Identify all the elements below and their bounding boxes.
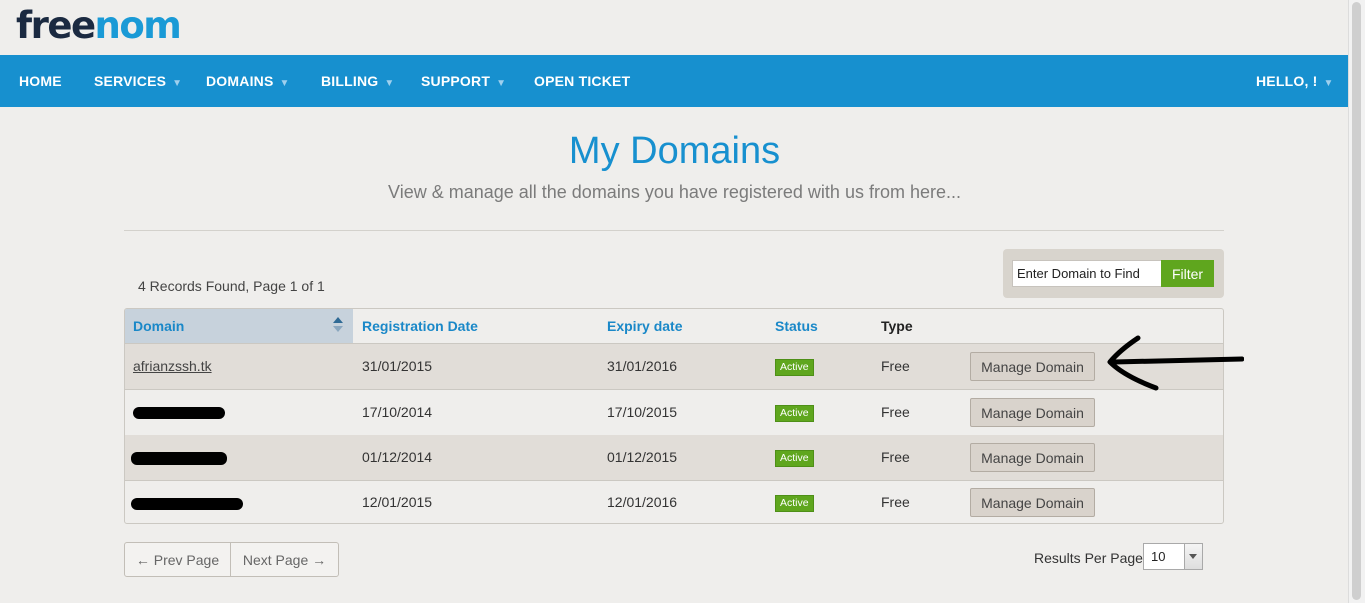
nav-open-ticket[interactable]: OPEN TICKET xyxy=(534,55,630,107)
table-header: Domain Registration Date Expiry date Sta… xyxy=(125,309,1223,344)
registration-date: 12/01/2015 xyxy=(362,494,433,510)
manage-domain-button[interactable]: Manage Domain xyxy=(970,488,1095,517)
column-header-domain-label: Domain xyxy=(133,318,185,334)
status-badge: Active xyxy=(775,405,814,422)
domain-type: Free xyxy=(881,449,910,465)
chevron-down-icon: ▼ xyxy=(1323,78,1334,89)
status-badge: Active xyxy=(775,450,814,467)
filter-button[interactable]: Filter xyxy=(1161,260,1214,287)
domain-type: Free xyxy=(881,494,910,510)
chevron-down-icon[interactable] xyxy=(1184,544,1202,569)
nav-home[interactable]: HOME xyxy=(19,55,62,107)
pagination: ← Prev Page Next Page → xyxy=(124,542,339,577)
records-count: 4 Records Found, Page 1 of 1 xyxy=(138,278,325,294)
nav-open-ticket-label: OPEN TICKET xyxy=(534,73,631,89)
chevron-down-icon: ▼ xyxy=(384,78,395,89)
nav-support[interactable]: SUPPORT ▼ xyxy=(421,55,506,107)
next-page-button[interactable]: Next Page → xyxy=(231,543,338,576)
annotation-arrow-icon xyxy=(1107,335,1244,391)
nav-services-label: SERVICES xyxy=(94,73,167,89)
manage-domain-button[interactable]: Manage Domain xyxy=(970,398,1095,427)
chevron-down-icon: ▼ xyxy=(279,78,290,89)
vertical-scrollbar[interactable] xyxy=(1348,0,1365,603)
logo-part-nom: nom xyxy=(94,4,182,47)
domain-type: Free xyxy=(881,404,910,420)
freenom-logo[interactable]: freenom xyxy=(16,4,182,48)
domain-link[interactable]: afrianzssh.tk xyxy=(133,358,212,374)
page-title: My Domains xyxy=(568,130,781,172)
prev-page-button[interactable]: ← Prev Page xyxy=(125,543,230,576)
page-subtitle: View & manage all the domains you have r… xyxy=(388,182,961,202)
results-per-page-label: Results Per Page: xyxy=(1034,550,1147,566)
redaction-mark xyxy=(131,452,227,465)
status-badge: Active xyxy=(775,359,814,376)
nav-user-menu[interactable]: HELLO, ! ▼ xyxy=(1256,55,1334,107)
expiry-date: 12/01/2016 xyxy=(607,494,678,510)
chevron-down-icon: ▼ xyxy=(496,78,507,89)
nav-services[interactable]: SERVICES ▼ xyxy=(94,55,182,107)
expiry-date: 17/10/2015 xyxy=(607,404,678,420)
nav-domains[interactable]: DOMAINS ▼ xyxy=(206,55,290,107)
scrollbar-thumb[interactable] xyxy=(1352,2,1361,600)
registration-date: 01/12/2014 xyxy=(362,449,433,465)
main-nav: HOME SERVICES ▼ DOMAINS ▼ BILLING ▼ SUPPORT… xyxy=(0,55,1349,107)
table-row: afrianzssh.tk 31/01/2015 31/01/2016 Acti… xyxy=(125,344,1223,390)
logo-part-free: free xyxy=(16,4,96,47)
sort-icon[interactable] xyxy=(333,317,343,335)
registration-date: 31/01/2015 xyxy=(362,358,433,374)
header: freenom xyxy=(0,0,1349,55)
redaction-mark xyxy=(131,498,243,510)
column-header-status[interactable]: Status xyxy=(775,309,818,343)
column-header-domain[interactable]: Domain xyxy=(125,309,353,343)
column-header-type: Type xyxy=(881,318,913,334)
column-header-expiry[interactable]: Expiry date xyxy=(607,309,682,343)
results-per-page-value: 10 xyxy=(1151,549,1166,564)
results-per-page-select[interactable]: 10 xyxy=(1143,543,1203,570)
domain-type: Free xyxy=(881,358,910,374)
expiry-date: 31/01/2016 xyxy=(607,358,678,374)
manage-domain-button[interactable]: Manage Domain xyxy=(970,352,1095,381)
chevron-down-icon: ▼ xyxy=(172,78,183,89)
domains-table: Domain Registration Date Expiry date Sta… xyxy=(124,308,1224,524)
nav-billing-label: BILLING xyxy=(321,73,379,89)
table-row: 01/12/2014 01/12/2015 Active Free Manage… xyxy=(125,435,1223,481)
nav-support-label: SUPPORT xyxy=(421,73,491,89)
nav-billing[interactable]: BILLING ▼ xyxy=(321,55,395,107)
expiry-date: 01/12/2015 xyxy=(607,449,678,465)
nav-domains-label: DOMAINS xyxy=(206,73,274,89)
table-row: 12/01/2015 12/01/2016 Active Free Manage… xyxy=(125,480,1223,523)
registration-date: 17/10/2014 xyxy=(362,404,433,420)
table-row: 17/10/2014 17/10/2015 Active Free Manage… xyxy=(125,390,1223,436)
domain-filter: Filter xyxy=(1003,249,1224,298)
nav-home-label: HOME xyxy=(19,73,62,89)
column-header-registration[interactable]: Registration Date xyxy=(362,309,478,343)
status-badge: Active xyxy=(775,495,814,512)
manage-domain-button[interactable]: Manage Domain xyxy=(970,443,1095,472)
redaction-mark xyxy=(133,407,225,419)
nav-user-label: HELLO, ! xyxy=(1256,73,1318,89)
domain-search-input[interactable] xyxy=(1012,260,1162,287)
divider xyxy=(124,230,1224,231)
